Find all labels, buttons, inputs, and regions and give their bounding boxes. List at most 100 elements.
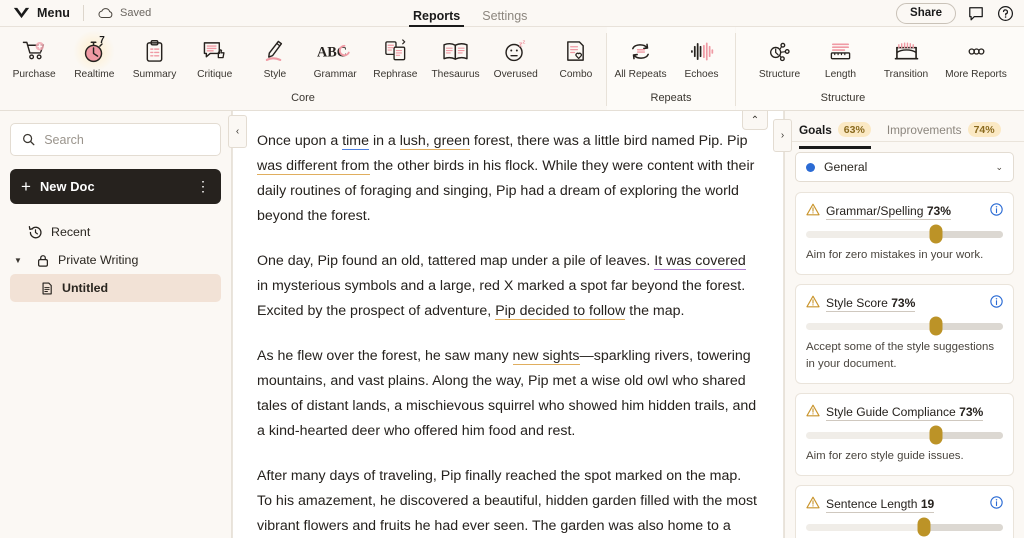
goal-card-value: 19 [920, 497, 935, 511]
document-paragraph: One day, Pip found an old, tattered map … [257, 249, 759, 324]
slider-track[interactable] [806, 224, 1003, 244]
suggestion-highlight-purple[interactable]: It was covered [654, 253, 746, 270]
ribbon-toolbar: Purchase 7 Realtime Summary Critique Sty… [0, 27, 1024, 111]
ribbon-item-combo[interactable]: Combo [546, 35, 606, 80]
suggestion-highlight-blue[interactable]: time [342, 133, 369, 150]
sidebar-item-recent[interactable]: Recent [10, 218, 221, 246]
info-icon[interactable] [990, 295, 1003, 308]
history-clock-icon [28, 225, 42, 238]
clipboard-icon [143, 37, 166, 65]
ribbon-item-more-reports[interactable]: More Reports [941, 35, 1011, 80]
ribbon-item-transition[interactable]: Transition [871, 35, 941, 80]
repeat-arrows-icon [628, 37, 653, 65]
info-icon[interactable] [990, 203, 1003, 216]
sidebar-item-untitled[interactable]: Untitled [10, 274, 221, 302]
document-heart-icon [564, 37, 587, 65]
document-paragraph: Once upon a time in a lush, green forest… [257, 129, 759, 229]
goal-card-value: 73% [926, 204, 952, 218]
search-input[interactable] [44, 132, 209, 147]
slider-track[interactable] [806, 316, 1003, 336]
ribbon-item-summary[interactable]: Summary [124, 35, 184, 80]
goal-slider[interactable] [806, 516, 1003, 538]
ribbon-label: Rephrase [373, 69, 418, 80]
rephrase-cards-icon [383, 37, 408, 65]
ribbon-item-style[interactable]: Style [245, 35, 305, 80]
comment-glyph [969, 6, 983, 20]
slider-thumb[interactable] [929, 224, 943, 244]
collapse-rpanel-button[interactable]: › [773, 119, 792, 152]
ribbon-item-all-repeats[interactable]: All Repeats [610, 35, 671, 80]
save-status: Saved [97, 7, 151, 20]
transition-glyph [894, 41, 918, 59]
ribbon-label: Overused [493, 69, 538, 80]
goal-slider[interactable] [806, 223, 1003, 245]
book-glyph [443, 42, 468, 60]
improvements-score-badge: 74% [967, 122, 1001, 137]
goal-card-header: Style Score 73% [806, 294, 1003, 312]
ribbon-label: Transition [883, 69, 929, 80]
ellipsis-icon [963, 37, 990, 65]
info-icon[interactable] [990, 496, 1003, 509]
length-glyph [830, 42, 851, 59]
ribbon-item-critique[interactable]: Critique [185, 35, 245, 80]
goal-category-select[interactable]: General ⌄ [795, 152, 1014, 182]
help-circle-icon[interactable] [996, 5, 1014, 23]
slider-thumb[interactable] [917, 517, 931, 537]
document-text: forest, there was a little bird named Pi… [469, 133, 748, 149]
suggestion-highlight-orange[interactable]: new sights [512, 348, 580, 365]
waveform-icon [688, 37, 715, 65]
speech-bubble-thumbsup-icon [202, 37, 227, 65]
tab-improvements[interactable]: Improvements 74% [887, 118, 1001, 142]
lock-icon [38, 254, 48, 267]
tab-settings[interactable]: Settings [482, 0, 527, 27]
slider-track[interactable] [806, 425, 1003, 445]
share-button[interactable]: Share [896, 3, 956, 24]
document-editor[interactable]: Once upon a time in a lush, green forest… [232, 111, 784, 538]
sidebar-item-private-writing[interactable]: ▼ Private Writing [10, 246, 221, 274]
menu-button[interactable]: Menu [0, 6, 70, 20]
ribbon-item-realtime[interactable]: 7 Realtime [64, 31, 124, 80]
slider-track-remainder [936, 431, 1003, 439]
slider-thumb[interactable] [929, 316, 943, 336]
ribbon-label: More Reports [945, 69, 1007, 80]
goal-card-title: Style Guide Compliance 73% [826, 405, 984, 421]
suggestion-highlight-orange[interactable]: Pip decided to follow [495, 303, 626, 320]
ribbon-item-echoes[interactable]: Echoes [671, 35, 732, 80]
new-doc-more-icon[interactable]: ⋮ [196, 179, 210, 195]
goal-card-title: Grammar/Spelling 73% [826, 204, 952, 220]
right-panel-body: General ⌄ Grammar/Spelling 73% Aim for ze… [785, 142, 1024, 538]
top-bar: Menu Saved Reports Settings Share [0, 0, 1024, 27]
divider [83, 5, 85, 21]
slider-track[interactable] [806, 517, 1003, 537]
right-panel: Goals 63% Improvements 74% General ⌄ Gra… [784, 111, 1024, 538]
slider-thumb[interactable] [929, 425, 943, 445]
new-doc-button[interactable]: + New Doc ⋮ [10, 169, 221, 204]
comment-icon[interactable] [967, 5, 985, 23]
suggestion-highlight-orange[interactable]: lush, green [399, 133, 470, 150]
suggestion-highlight-orange[interactable]: was different from [257, 158, 370, 175]
scroll-up-button[interactable]: ⌃ [742, 111, 768, 130]
ribbon-item-grammar[interactable]: ABC Grammar [305, 35, 365, 80]
goal-slider[interactable] [806, 315, 1003, 337]
chevron-down-icon[interactable]: ▼ [14, 256, 24, 265]
help-glyph [997, 5, 1013, 22]
ribbon-item-length[interactable]: Length [810, 35, 871, 80]
tab-goals[interactable]: Goals 63% [799, 118, 871, 149]
ribbon-item-structure[interactable]: Structure [749, 35, 810, 80]
tab-reports[interactable]: Reports [408, 0, 465, 27]
clipboard-glyph [146, 39, 163, 62]
ribbon-item-overused[interactable]: z z Overused [486, 35, 546, 80]
goal-card-value: 73% [891, 296, 916, 310]
goal-slider[interactable] [806, 424, 1003, 446]
ribbon-label: Echoes [684, 69, 719, 80]
warning-triangle-icon [806, 295, 820, 308]
goal-card-title: Sentence Length 19 [826, 497, 935, 513]
ribbon-item-rephrase[interactable]: Rephrase [365, 35, 425, 80]
search-box[interactable] [10, 123, 221, 156]
open-book-icon [442, 37, 469, 65]
ribbon-item-thesaurus[interactable]: Thesaurus [425, 35, 485, 80]
plus-icon: + [21, 177, 31, 196]
ribbon-label: Grammar [313, 69, 357, 80]
ribbon-item-purchase[interactable]: Purchase [4, 35, 64, 80]
collapse-sidebar-button[interactable]: ‹ [228, 115, 247, 148]
